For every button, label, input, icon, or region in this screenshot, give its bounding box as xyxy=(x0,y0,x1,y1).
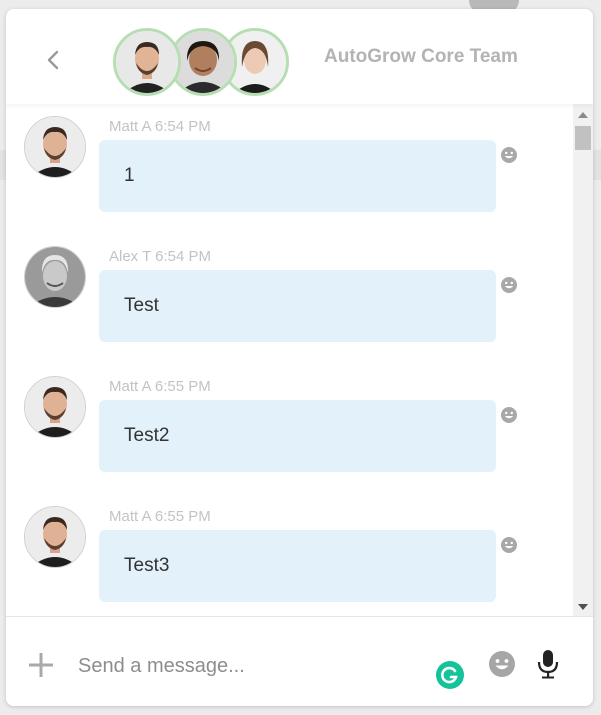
chat-header: AutoGrow Core Team xyxy=(6,9,593,104)
message-item: Matt A 6:54 PM 1 xyxy=(6,114,573,244)
message-bubble[interactable]: Test xyxy=(99,270,496,342)
add-reaction-icon[interactable] xyxy=(500,406,518,424)
team-member-avatars[interactable] xyxy=(113,28,293,96)
message-text: 1 xyxy=(124,165,135,186)
message-meta: Matt A 6:55 PM xyxy=(109,508,211,525)
microphone-icon[interactable] xyxy=(536,649,560,679)
member-avatar-matt xyxy=(113,28,181,96)
message-meta: Matt A 6:55 PM xyxy=(109,378,211,395)
message-scrollbar[interactable] xyxy=(573,104,593,616)
sender-avatar-matt xyxy=(24,116,86,178)
message-meta: Matt A 6:54 PM xyxy=(109,118,211,135)
back-button[interactable] xyxy=(42,47,64,73)
grammarly-icon[interactable] xyxy=(436,661,464,689)
sender-avatar-alex xyxy=(24,246,86,308)
sender-avatar-matt xyxy=(24,376,86,438)
sender-avatar-matt xyxy=(24,506,86,568)
message-item: Matt A 6:55 PM Test3 xyxy=(6,504,573,616)
add-reaction-icon[interactable] xyxy=(500,146,518,164)
message-meta: Alex T 6:54 PM xyxy=(109,248,211,265)
chat-window: AutoGrow Core Team Matt A 6:54 PM 1 Alex… xyxy=(6,9,593,706)
message-composer xyxy=(6,616,593,706)
message-bubble[interactable]: Test2 xyxy=(99,400,496,472)
add-reaction-icon[interactable] xyxy=(500,276,518,294)
scroll-thumb[interactable] xyxy=(575,126,591,150)
emoji-icon[interactable] xyxy=(488,650,516,678)
message-text: Test xyxy=(124,295,159,316)
scroll-up-arrow[interactable] xyxy=(578,112,588,118)
background-panel-right xyxy=(593,150,601,180)
message-item: Matt A 6:55 PM Test2 xyxy=(6,374,573,504)
message-input[interactable] xyxy=(76,647,430,685)
message-item: Alex T 6:54 PM Test xyxy=(6,244,573,374)
message-list: Matt A 6:54 PM 1 Alex T 6:54 PM Test Mat… xyxy=(6,104,573,616)
team-name: AutoGrow Core Team xyxy=(324,46,518,67)
scroll-down-arrow[interactable] xyxy=(578,604,588,610)
plus-icon[interactable] xyxy=(28,652,54,678)
message-bubble[interactable]: 1 xyxy=(99,140,496,212)
message-text: Test3 xyxy=(124,555,170,576)
chevron-left-icon xyxy=(47,50,59,70)
message-bubble[interactable]: Test3 xyxy=(99,530,496,602)
message-text: Test2 xyxy=(124,425,170,446)
add-reaction-icon[interactable] xyxy=(500,536,518,554)
